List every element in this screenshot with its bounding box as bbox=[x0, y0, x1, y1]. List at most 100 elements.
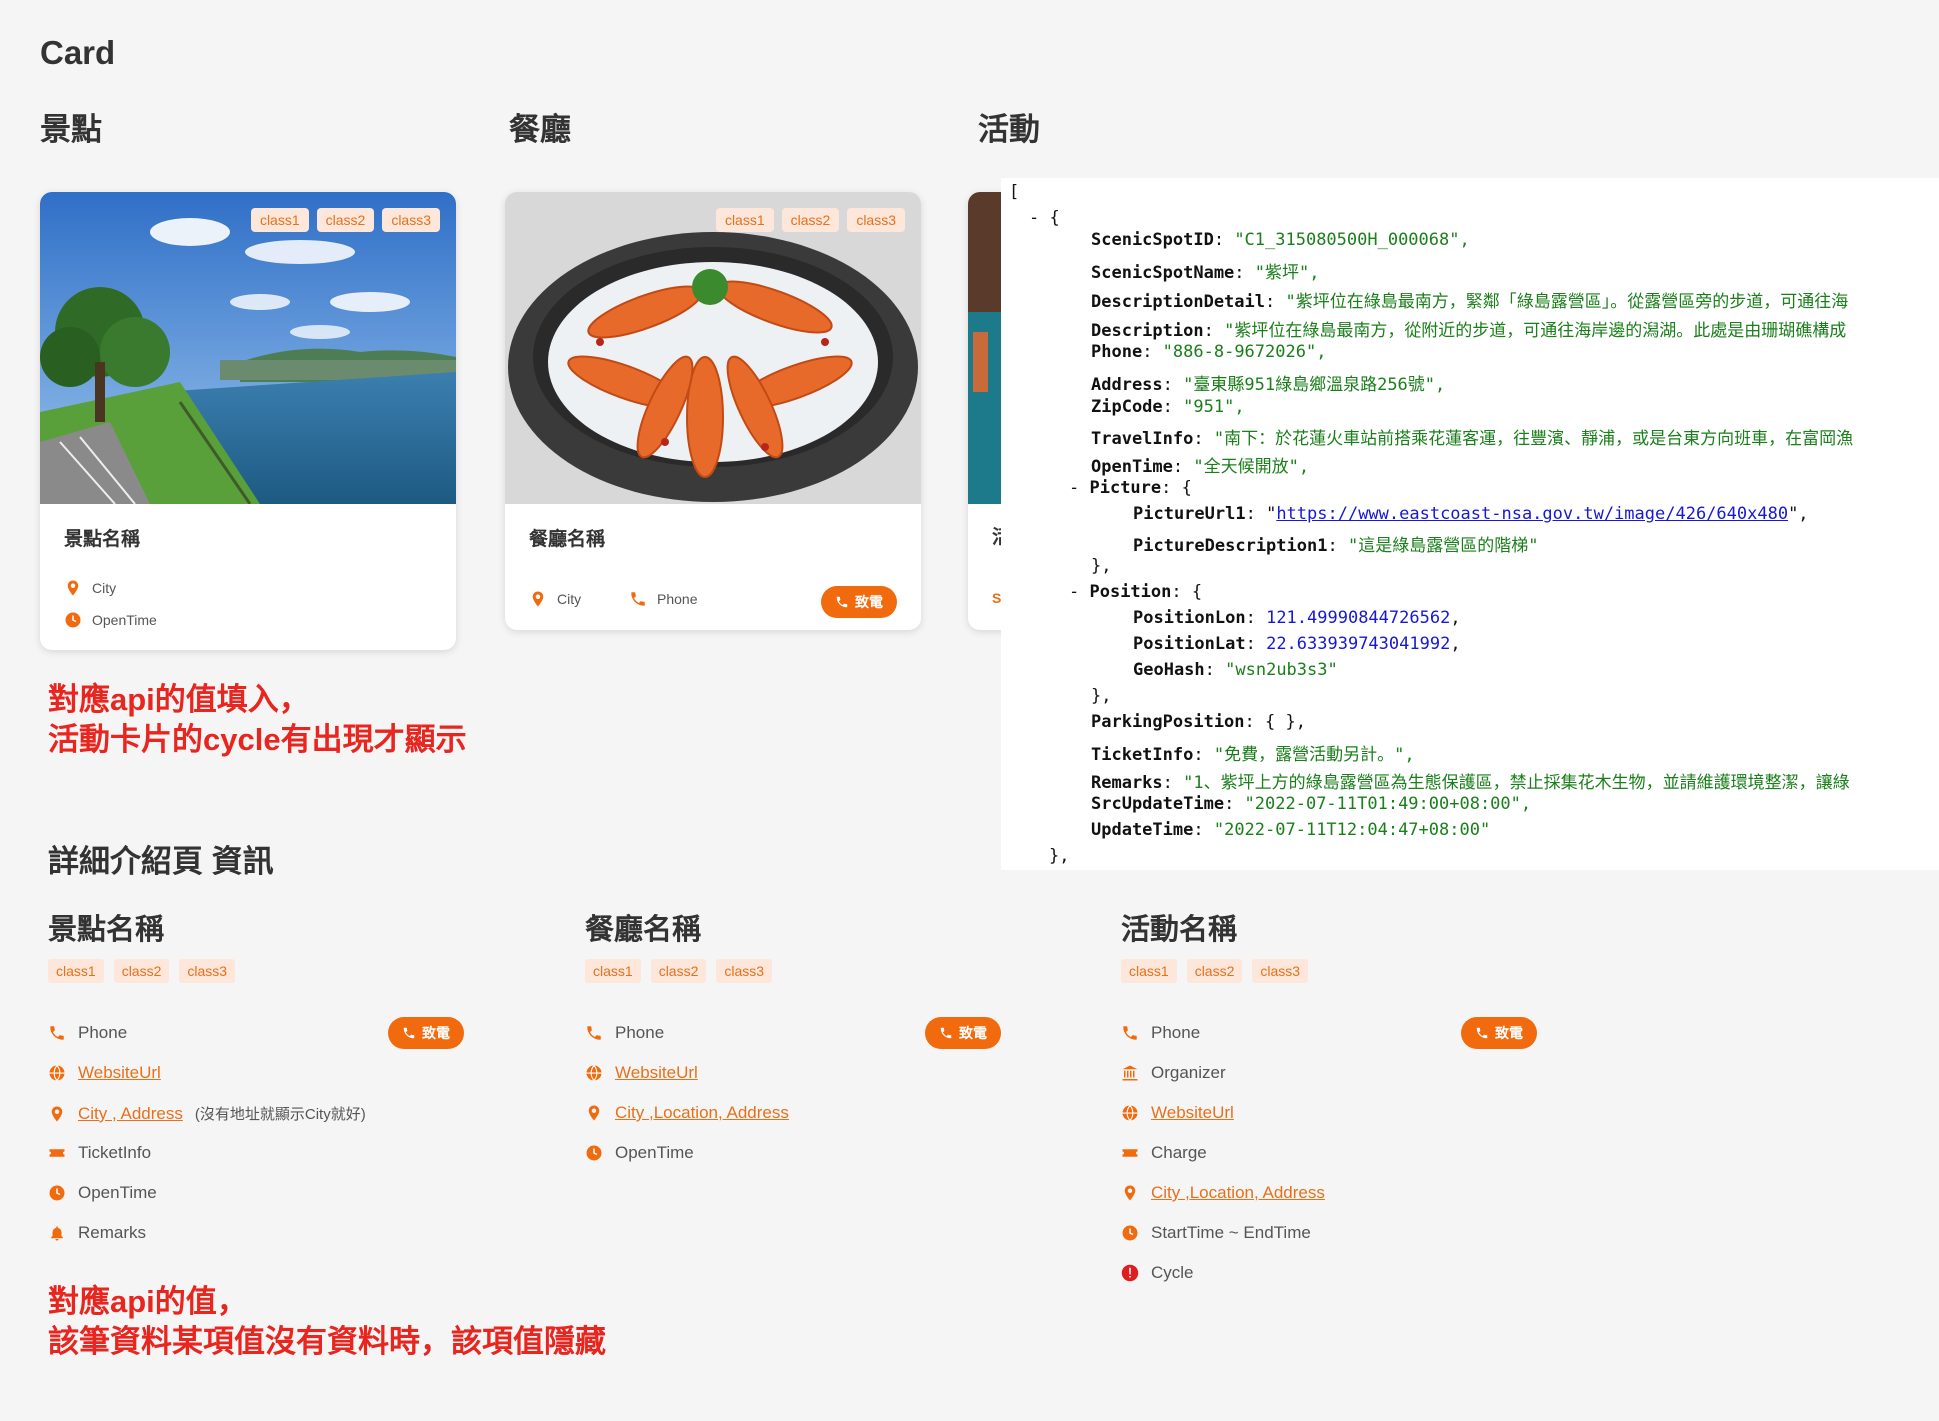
detail-activity-website-row: WebsiteUrl bbox=[1121, 1103, 1234, 1123]
phone-icon bbox=[631, 592, 645, 606]
card-note-line1: 對應api的值填入， bbox=[48, 682, 310, 717]
phone-icon bbox=[587, 1026, 601, 1040]
detail-restaurant-phone-row: Phone bbox=[585, 1023, 664, 1043]
detail-heading: 詳細介紹頁 資訊 bbox=[48, 844, 274, 879]
phone-icon bbox=[1123, 1026, 1137, 1040]
card-note-line2: 活動卡片的cycle有出現才顯示 bbox=[48, 722, 467, 757]
restaurant-card-image: class1 class2 class3 bbox=[505, 192, 921, 504]
json-value: "951", bbox=[1183, 397, 1245, 417]
detail-activity-cycle-row: Cycle bbox=[1121, 1263, 1194, 1283]
json-value: "免費，露營活動另計。", bbox=[1213, 745, 1415, 765]
call-button[interactable]: 致電 bbox=[1461, 1017, 1537, 1049]
scenic-card-city-row: City bbox=[64, 579, 116, 597]
detail-scenic-phone: Phone bbox=[78, 1023, 128, 1042]
detail-scenic-opentime: OpenTime bbox=[78, 1183, 157, 1202]
tag: class1 bbox=[585, 959, 641, 983]
detail-restaurant-opentime-row: OpenTime bbox=[585, 1143, 694, 1163]
section-title-restaurant: 餐廳 bbox=[509, 112, 571, 147]
detail-scenic-phone-row: Phone bbox=[48, 1023, 127, 1043]
detail-scenic-remarks: Remarks bbox=[78, 1223, 147, 1242]
detail-restaurant-phone: Phone bbox=[615, 1023, 665, 1042]
json-value: "全天候開放", bbox=[1193, 457, 1310, 477]
tag: class2 bbox=[316, 208, 375, 232]
restaurant-card-city-row: City bbox=[529, 590, 581, 608]
detail-scenic-ticket: TicketInfo bbox=[78, 1143, 152, 1162]
call-button[interactable]: 致電 bbox=[925, 1017, 1001, 1049]
scenic-card-tags: class1 class2 class3 bbox=[250, 208, 440, 232]
json-value: "紫坪", bbox=[1254, 263, 1320, 283]
scenic-card[interactable]: class1 class2 class3 景點名稱 City OpenTime bbox=[40, 192, 456, 650]
detail-restaurant-website-row: WebsiteUrl bbox=[585, 1063, 698, 1083]
scenic-card-image: class1 class2 class3 bbox=[40, 192, 456, 504]
json-key: UpdateTime bbox=[1091, 820, 1194, 840]
json-value: "C1_315080500H_000068", bbox=[1234, 230, 1470, 250]
json-value: "紫坪位在綠島最南方，從附近的步道，可通往海岸邊的潟湖。此處是由珊瑚礁構成 bbox=[1224, 321, 1847, 341]
json-value: { }, bbox=[1265, 712, 1306, 732]
phone-icon bbox=[836, 596, 848, 608]
json-value: "1、紫坪上方的綠島露營區為生態保護區，禁止採集花木生物，並請維護環境整潔，讓綠 bbox=[1183, 773, 1850, 793]
detail-scenic-opentime-row: OpenTime bbox=[48, 1183, 157, 1203]
clock-icon bbox=[1122, 1225, 1138, 1241]
detail-restaurant-website-link[interactable]: WebsiteUrl bbox=[615, 1063, 698, 1083]
detail-activity-website-link[interactable]: WebsiteUrl bbox=[1151, 1103, 1234, 1123]
detail-activity-organizer: Organizer bbox=[1151, 1063, 1226, 1082]
section-title-activity: 活動 bbox=[978, 112, 1040, 147]
detail-activity-address-row: City ,Location, Address bbox=[1121, 1183, 1325, 1203]
tag: class2 bbox=[1186, 959, 1243, 983]
scenic-card-city: City bbox=[92, 580, 117, 596]
tag: class2 bbox=[113, 959, 170, 983]
json-value: "wsn2ub3s3" bbox=[1225, 660, 1338, 680]
json-key: PictureUrl1 bbox=[1133, 504, 1246, 524]
globe-icon bbox=[1122, 1105, 1138, 1121]
json-key: ParkingPosition bbox=[1091, 712, 1245, 732]
call-button[interactable]: 致電 bbox=[821, 586, 897, 618]
tag: class3 bbox=[382, 208, 440, 232]
ticket-icon bbox=[1122, 1149, 1138, 1157]
location-pin-icon bbox=[588, 1105, 600, 1121]
api-json-preview: [ - { ScenicSpotID: "C1_315080500H_00006… bbox=[1001, 178, 1939, 870]
location-pin-icon bbox=[1124, 1185, 1136, 1201]
detail-scenic-title: 景點名稱 bbox=[48, 914, 165, 946]
detail-scenic-remarks-row: Remarks bbox=[48, 1223, 146, 1243]
clock-icon bbox=[65, 612, 81, 628]
page-title: Card bbox=[40, 34, 116, 71]
tag: class1 bbox=[48, 959, 104, 983]
phone-icon bbox=[1476, 1027, 1488, 1039]
json-key: TicketInfo bbox=[1091, 745, 1194, 765]
detail-restaurant-title: 餐廳名稱 bbox=[585, 914, 702, 946]
detail-restaurant-opentime: OpenTime bbox=[615, 1143, 694, 1162]
tag: class3 bbox=[1252, 959, 1309, 983]
json-value: "南下：於花蓮火車站前搭乘花蓮客運，往豐濱、靜浦，或是台東方向班車，在富岡漁 bbox=[1213, 429, 1854, 449]
detail-scenic-address-link[interactable]: City , Address bbox=[78, 1104, 183, 1124]
call-button-label: 致電 bbox=[959, 1025, 987, 1041]
ticket-icon bbox=[49, 1149, 65, 1157]
detail-restaurant-address-link[interactable]: City ,Location, Address bbox=[615, 1103, 789, 1123]
globe-icon bbox=[586, 1065, 602, 1081]
json-open-bracket: [ bbox=[1009, 182, 1020, 202]
call-button[interactable]: 致電 bbox=[388, 1017, 464, 1049]
alert-icon bbox=[1121, 1264, 1139, 1282]
json-close: }, bbox=[1091, 686, 1112, 706]
clock-icon bbox=[49, 1185, 65, 1201]
tag: class2 bbox=[650, 959, 707, 983]
json-value: 121.49990844726562 bbox=[1266, 608, 1451, 628]
json-value: "2022-07-11T12:04:47+08:00" bbox=[1213, 820, 1491, 840]
detail-note-line1: 對應api的值， bbox=[48, 1284, 248, 1319]
tag: class3 bbox=[847, 208, 905, 232]
picture-url-link[interactable]: https://www.eastcoast-nsa.gov.tw/image/4… bbox=[1276, 504, 1788, 524]
restaurant-card[interactable]: class1 class2 class3 餐廳名稱 City Phone 致電 bbox=[505, 192, 921, 630]
phone-icon bbox=[940, 1027, 952, 1039]
restaurant-card-name: 餐廳名稱 bbox=[529, 529, 606, 550]
json-close: }, bbox=[1091, 556, 1112, 576]
json-value: "紫坪位在綠島最南方，緊鄰「綠島露營區」。從露營區旁的步道，可通往海 bbox=[1285, 292, 1849, 312]
detail-activity-cycle: Cycle bbox=[1151, 1263, 1194, 1282]
scenic-card-opentime-row: OpenTime bbox=[64, 611, 157, 629]
json-key: Picture bbox=[1089, 478, 1162, 498]
detail-scenic-website-link[interactable]: WebsiteUrl bbox=[78, 1063, 161, 1083]
json-collapse-marker[interactable]: - { bbox=[1029, 208, 1060, 228]
location-pin-icon bbox=[51, 1106, 63, 1121]
json-value: "臺東縣951綠島鄉溫泉路256號", bbox=[1183, 375, 1446, 395]
detail-activity-address-link[interactable]: City ,Location, Address bbox=[1151, 1183, 1325, 1203]
restaurant-card-tags: class1 class2 class3 bbox=[715, 208, 905, 232]
json-value: "2022-07-11T01:49:00+08:00", bbox=[1244, 794, 1532, 814]
